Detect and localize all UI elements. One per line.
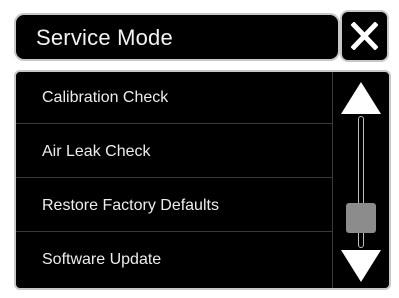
menu-item-label: Calibration Check (42, 89, 169, 106)
scroll-thumb[interactable] (346, 202, 376, 233)
page-title: Service Mode (36, 25, 173, 50)
title-bar: Service Mode (14, 13, 340, 61)
menu-item-calibration-check[interactable]: Calibration Check (16, 72, 332, 124)
scrollbar[interactable] (333, 72, 389, 288)
triangle-up-icon[interactable] (339, 80, 383, 116)
triangle-down-icon[interactable] (339, 248, 383, 284)
menu-panel: Calibration Check Air Leak Check Restore… (14, 70, 391, 290)
menu-item-restore-factory-defaults[interactable]: Restore Factory Defaults (16, 180, 332, 232)
menu-list: Calibration Check Air Leak Check Restore… (16, 72, 332, 288)
menu-item-air-leak-check[interactable]: Air Leak Check (16, 126, 332, 178)
menu-item-label: Software Update (42, 251, 162, 268)
service-mode-screen: Service Mode Calibration Check Air Leak … (0, 0, 399, 298)
menu-item-label: Air Leak Check (42, 143, 151, 160)
menu-item-software-update[interactable]: Software Update (16, 234, 332, 286)
close-button[interactable] (340, 10, 389, 62)
close-icon (351, 22, 378, 50)
menu-item-label: Restore Factory Defaults (42, 197, 219, 214)
